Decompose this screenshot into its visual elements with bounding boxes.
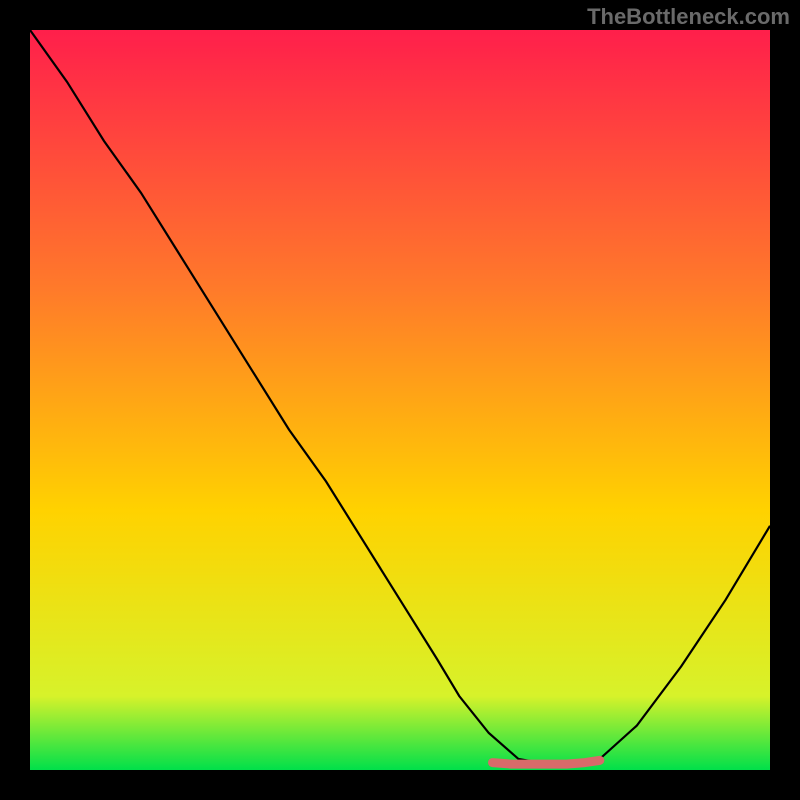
watermark-text: TheBottleneck.com <box>587 4 790 30</box>
chart-plot-area <box>30 30 770 770</box>
chart-background-gradient <box>30 30 770 770</box>
optimal-range-marker <box>493 760 600 764</box>
chart-svg <box>30 30 770 770</box>
